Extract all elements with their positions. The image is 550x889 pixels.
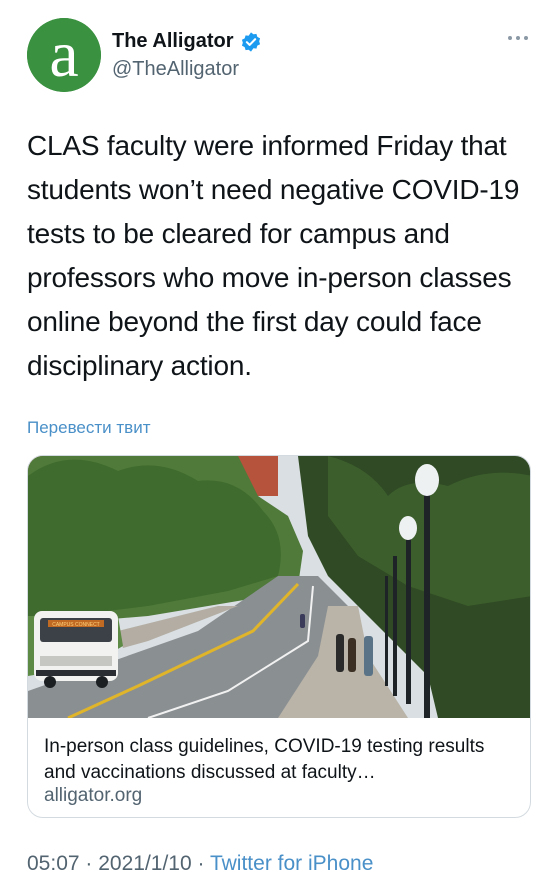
tweet-header: a The Alligator @TheAlligator	[0, 0, 550, 110]
translate-tweet-link[interactable]: Перевести твит	[27, 418, 150, 438]
bus-sign: CAMPUS CONNECT	[52, 622, 100, 628]
tweet-metadata: 05:07 · 2021/1/10 · Twitter for iPhone	[27, 852, 373, 876]
meta-separator: ·	[79, 852, 99, 875]
tweet-source-link[interactable]: Twitter for iPhone	[210, 852, 373, 875]
avatar-letter: a	[49, 18, 78, 91]
display-name[interactable]: The Alligator	[112, 30, 233, 53]
card-title: In-person class guidelines, COVID-19 tes…	[44, 736, 485, 783]
tweet-text: CLAS faculty were informed Friday that s…	[27, 130, 520, 381]
campus-street-photo-icon: CAMPUS CONNECT	[28, 456, 530, 718]
avatar[interactable]: a	[27, 18, 101, 92]
more-options-icon[interactable]	[506, 32, 530, 44]
verified-badge-icon	[242, 31, 261, 52]
tweet-date: 2021/1/10	[98, 852, 192, 875]
tweet-time: 05:07	[27, 852, 80, 875]
alligator-logo-icon: a	[27, 18, 101, 92]
card-domain: alligator.org	[44, 785, 143, 806]
account-handle[interactable]: @TheAlligator	[112, 58, 239, 81]
link-preview-card[interactable]: CAMPUS CONNECT In-person class guideline…	[27, 455, 531, 818]
meta-separator: ·	[191, 852, 210, 875]
name-row: The Alligator	[112, 30, 262, 53]
